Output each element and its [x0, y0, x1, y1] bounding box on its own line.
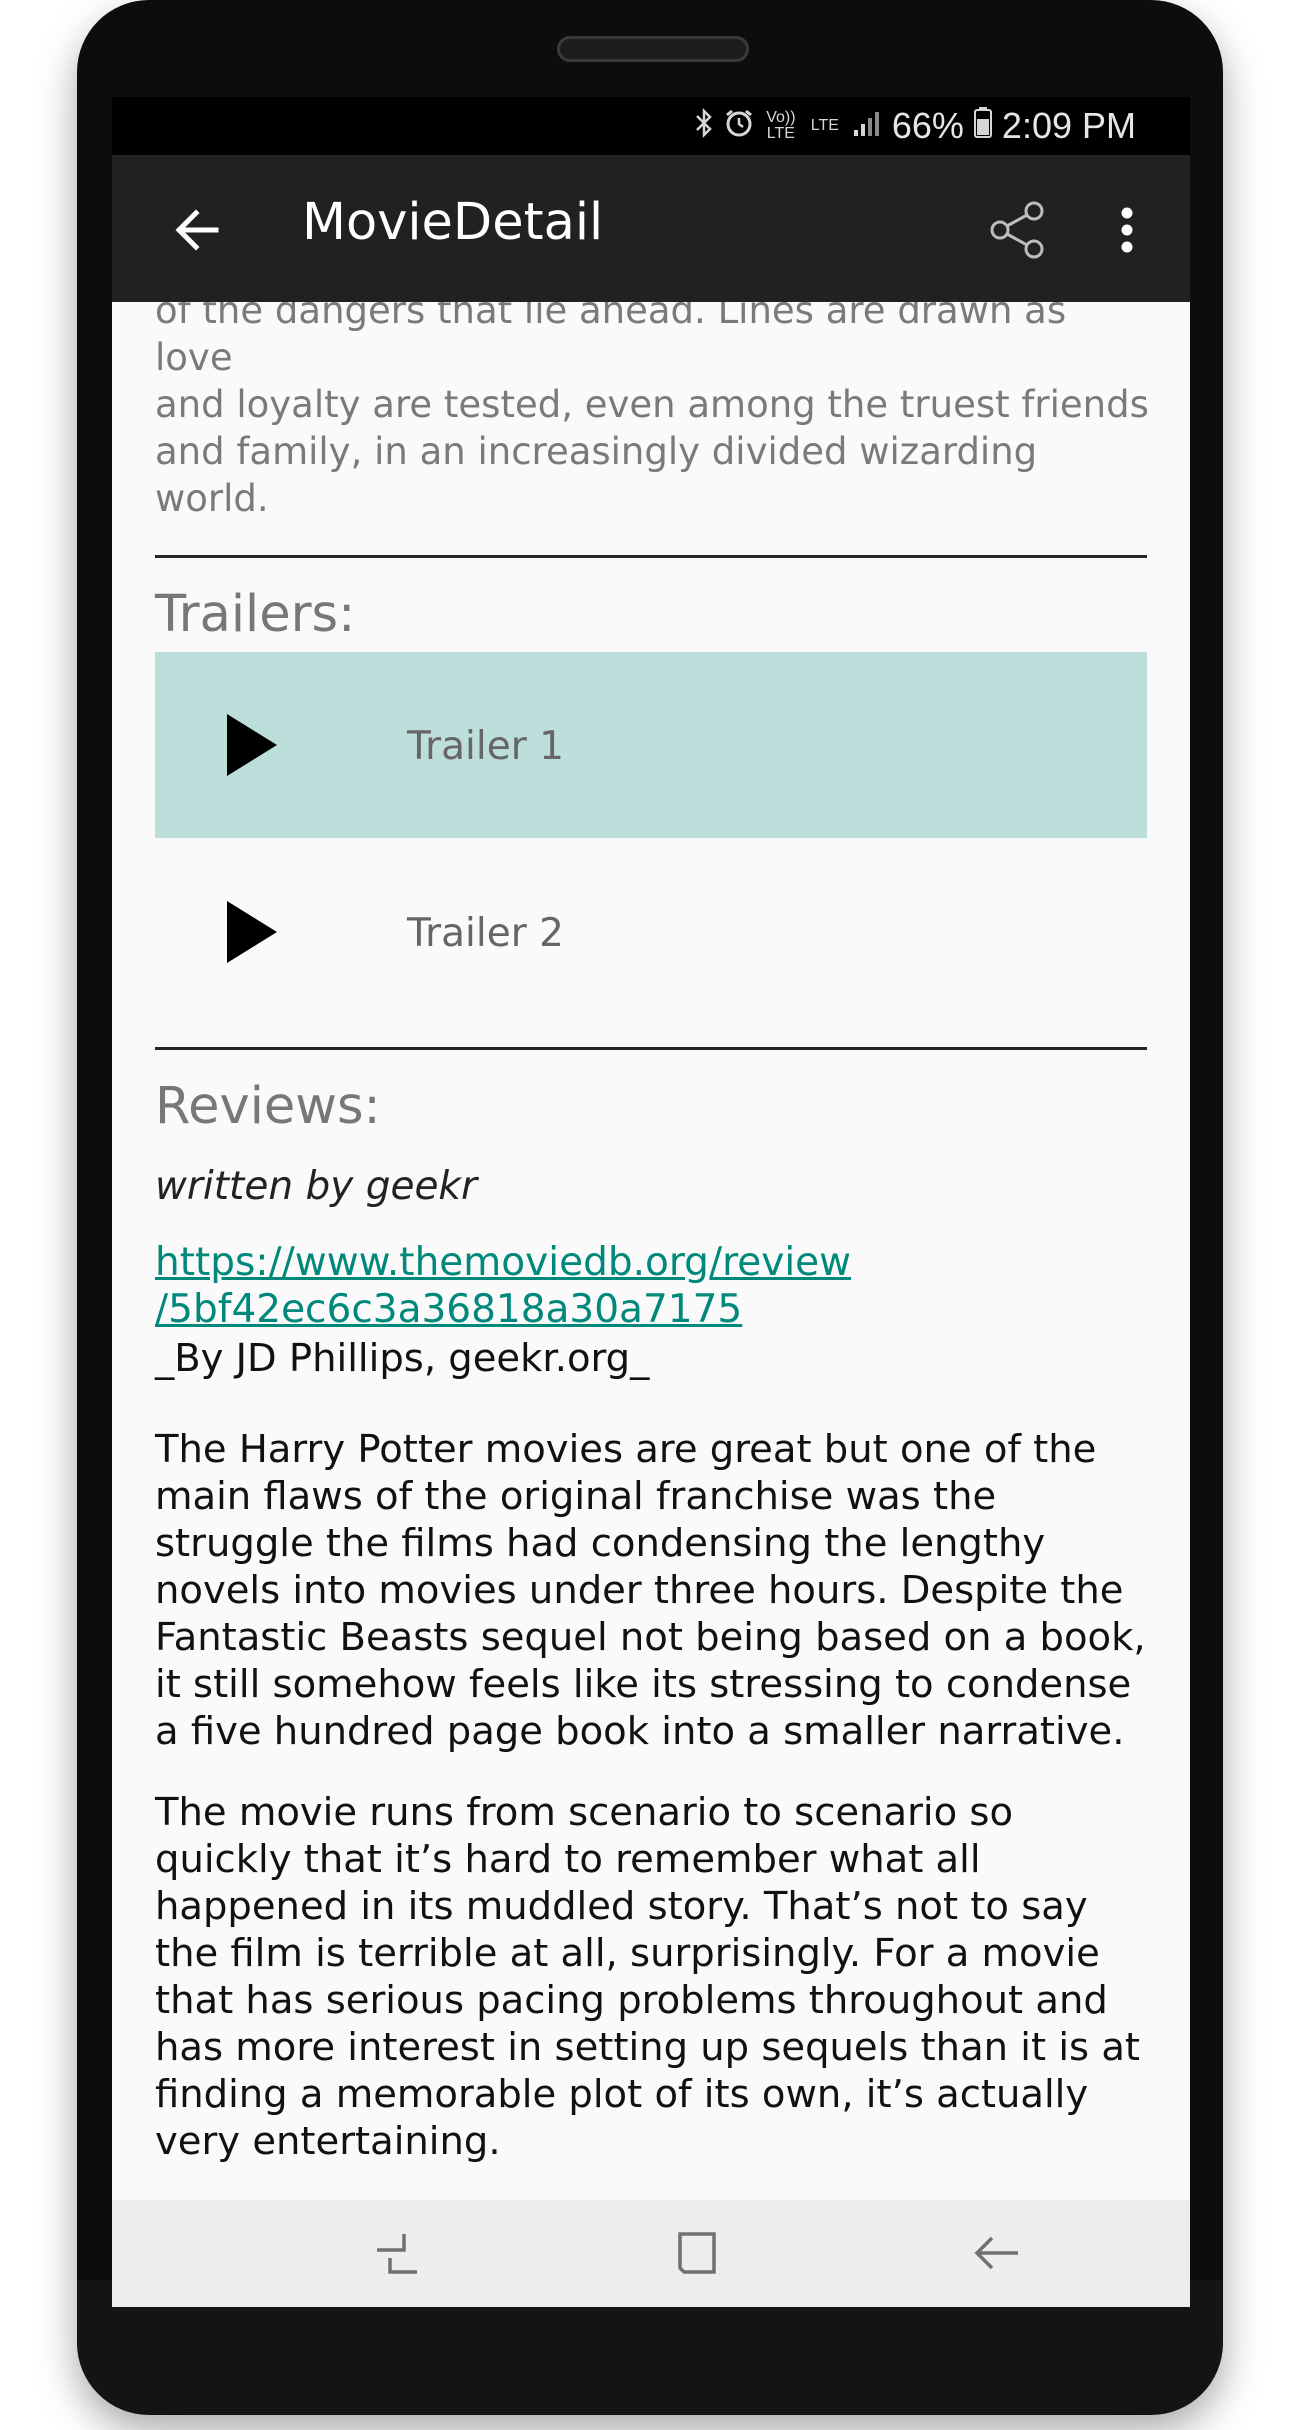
share-button[interactable] — [972, 185, 1062, 275]
detail-scroll-content[interactable]: of the dangers that lie ahead. Lines are… — [112, 302, 1190, 2200]
trailer-row-1[interactable]: Trailer 1 — [155, 652, 1147, 838]
system-nav-bar — [112, 2200, 1190, 2307]
more-vert-icon — [1121, 207, 1133, 253]
recent-apps-button[interactable] — [352, 2218, 442, 2288]
review-author: written by geekr — [155, 1164, 478, 1209]
overview-line: and loyalty are tested, even among the t… — [155, 383, 1149, 426]
battery-percent: 66% — [891, 105, 964, 146]
home-button[interactable] — [652, 2218, 742, 2288]
back-button[interactable] — [152, 185, 242, 275]
trailer-label: Trailer 1 — [407, 724, 564, 769]
volte-indicator: Vo)) LTE — [766, 109, 796, 142]
trailer-label: Trailer 2 — [407, 911, 564, 956]
home-icon — [678, 2232, 716, 2274]
lte-indicator: LTE — [810, 117, 839, 134]
section-divider — [155, 555, 1147, 558]
bluetooth-icon — [694, 107, 714, 145]
movie-overview: of the dangers that lie ahead. Lines are… — [155, 302, 1155, 522]
trailer-row-2[interactable]: Trailer 2 — [155, 839, 1147, 1025]
status-icons: Vo)) LTE LTE 66% 2:09 PM — [694, 101, 1136, 151]
screen: Vo)) LTE LTE 66% 2:09 PM MovieDetail of … — [112, 97, 1190, 2307]
earpiece-speaker — [557, 36, 749, 62]
review-link-line: /5bf42ec6c3a36818a30a7175 — [155, 1287, 743, 1332]
review-paragraph: The Harry Potter movies are great but on… — [155, 1427, 1146, 1754]
clock: 2:09 PM — [1001, 105, 1136, 146]
nav-back-button[interactable] — [952, 2218, 1042, 2288]
recent-apps-icon — [377, 2234, 417, 2274]
overview-line: of the dangers that lie ahead. Lines are… — [155, 302, 1067, 379]
review-byline: _By JD Phillips, geekr.org_ — [155, 1336, 650, 1381]
status-bar: Vo)) LTE LTE 66% 2:09 PM — [112, 97, 1190, 155]
alarm-icon — [724, 108, 754, 145]
reviews-heading: Reviews: — [155, 1077, 381, 1136]
share-icon — [990, 201, 1044, 259]
play-icon — [227, 714, 277, 776]
signal-icon — [852, 105, 882, 147]
review-paragraph: The movie runs from scenario to scenario… — [155, 1790, 1141, 2164]
arrow-left-icon — [175, 209, 219, 251]
page-title: MovieDetail — [302, 193, 604, 252]
overview-line: and family, in an increasingly divided w… — [155, 430, 1038, 520]
review-link[interactable]: https://www.themoviedb.org/review /5bf42… — [155, 1239, 851, 1333]
more-options-button[interactable] — [1097, 185, 1157, 275]
battery-icon — [973, 105, 992, 147]
section-divider — [155, 1047, 1147, 1050]
trailers-heading: Trailers: — [155, 585, 356, 644]
app-toolbar: MovieDetail — [112, 155, 1190, 302]
review-link-line: https://www.themoviedb.org/review — [155, 1240, 852, 1285]
nav-back-icon — [974, 2236, 1018, 2270]
play-icon — [227, 901, 277, 963]
